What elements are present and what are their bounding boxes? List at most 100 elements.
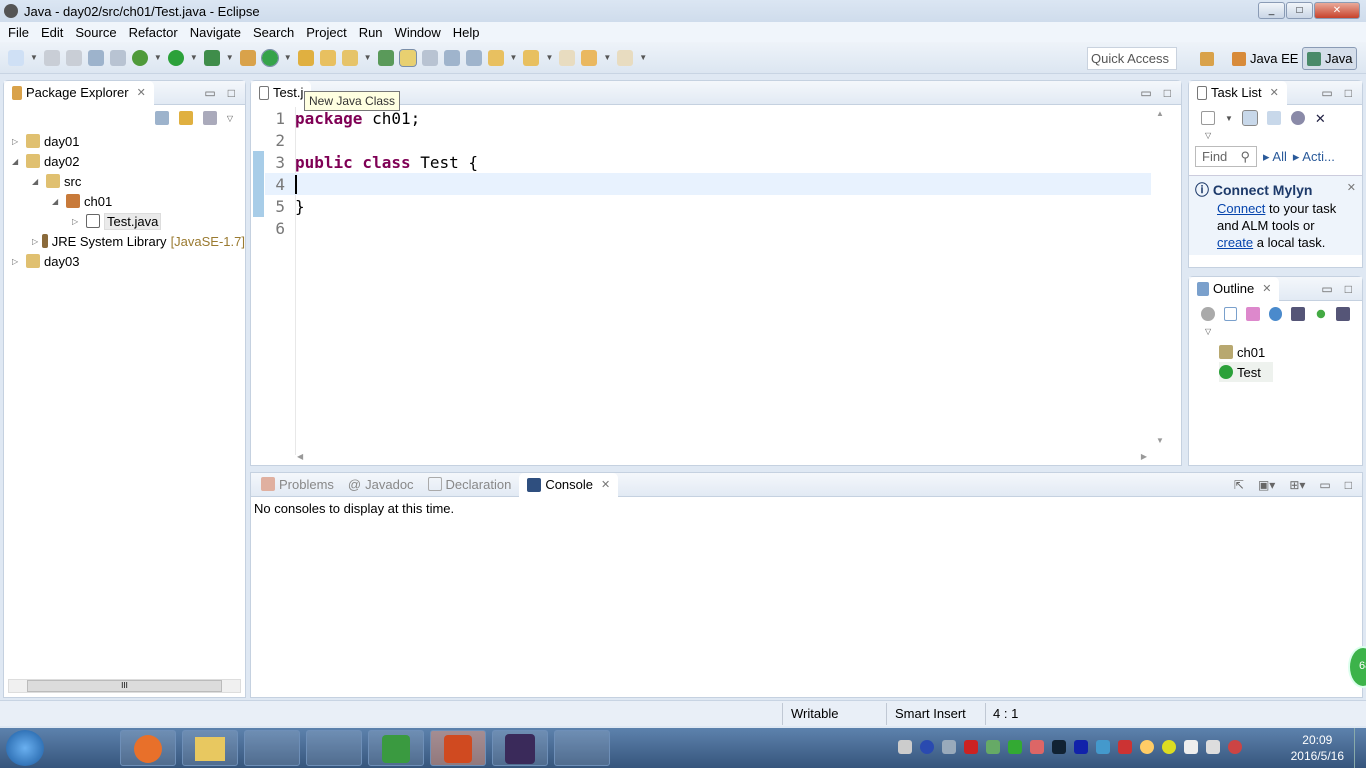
pilcrow-icon[interactable] — [465, 49, 482, 66]
hide-nonpublic-icon[interactable] — [1316, 309, 1325, 319]
block-selection-icon[interactable] — [421, 49, 438, 66]
new-task-icon[interactable] — [1201, 111, 1215, 125]
tab-test-java[interactable]: Test.j — [251, 80, 312, 105]
clock[interactable]: 20:09 2016/5/16 — [1291, 732, 1344, 764]
code-area[interactable]: 1 package ch01; 2 3 public class Test {4 5} 6 — [265, 107, 1151, 239]
maximize-button[interactable]: □ — [1286, 2, 1313, 19]
tab-declaration[interactable]: Declaration — [422, 477, 518, 492]
menu-edit[interactable]: Edit — [35, 25, 69, 40]
close-icon[interactable]: ✕ — [1262, 282, 1271, 295]
network-app-icon[interactable] — [1096, 740, 1110, 754]
taskbar-app-picasa[interactable] — [58, 730, 114, 766]
action-center-icon[interactable] — [1030, 740, 1044, 754]
maximize-icon[interactable]: □ — [1164, 86, 1171, 100]
mark-occurrences-icon[interactable] — [398, 48, 417, 67]
close-icon[interactable]: ✕ — [601, 478, 610, 491]
code-line[interactable]: 1 package ch01; — [265, 107, 1151, 129]
tab-problems[interactable]: Problems — [255, 477, 340, 492]
sort-icon[interactable] — [1246, 307, 1260, 321]
minimize-button[interactable]: _ — [1258, 2, 1285, 19]
save-icon[interactable] — [43, 49, 60, 66]
next-edit-icon[interactable] — [487, 49, 504, 66]
tree-item[interactable]: ◢ ch01 — [12, 191, 245, 211]
skip-breakpoints-icon[interactable] — [109, 49, 126, 66]
menu-window[interactable]: Window — [389, 25, 447, 40]
scroll-thumb[interactable]: III — [27, 680, 222, 692]
collapse-icon[interactable]: ◢ — [12, 157, 22, 166]
hide-fields-icon[interactable] — [1268, 307, 1283, 321]
maximize-icon[interactable]: □ — [228, 86, 235, 100]
debug-icon[interactable] — [131, 49, 148, 66]
focus-icon[interactable] — [202, 111, 217, 125]
tree-item[interactable]: ◢ src — [12, 171, 245, 191]
taskbar-app-evernote[interactable] — [368, 730, 424, 766]
menu-file[interactable]: File — [2, 25, 35, 40]
help-icon[interactable] — [920, 740, 934, 754]
scheduled-icon[interactable] — [1266, 111, 1281, 125]
hide-completed-icon[interactable]: ✕ — [1315, 111, 1329, 126]
hide-local-types-icon[interactable] — [1336, 307, 1350, 321]
taskbar-app-cloud[interactable] — [306, 730, 362, 766]
view-menu-icon[interactable]: ▽ — [1189, 131, 1362, 140]
close-button[interactable]: ✕ — [1314, 2, 1360, 19]
usb-icon[interactable] — [986, 740, 1000, 754]
minimize-icon[interactable]: ▭ — [1140, 86, 1151, 100]
plus-icon[interactable] — [1162, 740, 1176, 754]
menu-help[interactable]: Help — [447, 25, 486, 40]
connect-link[interactable]: Connect — [1217, 201, 1265, 216]
filter-all[interactable]: ▸ All — [1263, 149, 1287, 165]
maximize-icon[interactable]: □ — [1345, 86, 1352, 100]
prev-edit-icon[interactable] — [523, 49, 540, 66]
focus-icon[interactable] — [1201, 307, 1215, 321]
tree-item[interactable]: ▷ JRE System Library [JavaSE-1.7] — [12, 231, 245, 251]
taskbar-app-explorer[interactable] — [182, 730, 238, 766]
link-with-editor-icon[interactable] — [178, 111, 193, 125]
view-menu-icon[interactable]: ▽ — [227, 114, 233, 123]
code-line[interactable]: 5} — [265, 195, 1151, 217]
display-icon[interactable] — [1052, 740, 1066, 754]
code-line[interactable]: 4 — [265, 173, 1151, 195]
menu-project[interactable]: Project — [300, 25, 352, 40]
network-icon[interactable] — [1206, 740, 1220, 754]
collapse-all-icon[interactable] — [154, 111, 169, 125]
collapse-icon[interactable]: ◢ — [52, 197, 62, 206]
forward-icon[interactable] — [617, 49, 634, 66]
minimize-icon[interactable]: ▭ — [1321, 86, 1332, 100]
menu-run[interactable]: Run — [353, 25, 389, 40]
open-type-icon[interactable] — [297, 49, 314, 66]
taskbar-app-messenger[interactable] — [244, 730, 300, 766]
show-whitespace-icon[interactable] — [443, 49, 460, 66]
back-icon[interactable] — [581, 49, 598, 66]
power-icon[interactable] — [1184, 740, 1198, 754]
menu-refactor[interactable]: Refactor — [123, 25, 184, 40]
open-folder-icon[interactable] — [319, 49, 336, 66]
menu-navigate[interactable]: Navigate — [184, 25, 247, 40]
new-java-class-icon[interactable] — [260, 48, 279, 67]
taskbar-app-firefox[interactable] — [120, 730, 176, 766]
bluetooth-icon[interactable] — [1074, 740, 1088, 754]
next-annotation-icon[interactable] — [377, 49, 394, 66]
new-icon[interactable] — [8, 49, 24, 66]
show-desktop-button[interactable] — [1354, 728, 1366, 768]
open-console-icon[interactable]: ⊞▾ — [1289, 478, 1305, 492]
run-icon[interactable] — [167, 49, 184, 66]
perspective-java-ee[interactable]: Java EE — [1228, 47, 1302, 70]
close-icon[interactable]: ✕ — [1347, 181, 1356, 194]
acrobat-icon[interactable] — [964, 740, 978, 754]
display-console-icon[interactable]: ▣▾ — [1258, 478, 1275, 492]
evernote-tray-icon[interactable] — [1008, 740, 1022, 754]
minimize-icon[interactable]: ▭ — [204, 86, 215, 100]
focus-icon[interactable] — [1290, 111, 1305, 125]
filter-activate[interactable]: ▸ Acti... — [1293, 149, 1335, 165]
tree-item[interactable]: ▷ Test.java — [12, 211, 245, 231]
keyboard-icon[interactable] — [898, 740, 912, 754]
code-line[interactable]: 6 — [265, 217, 1151, 239]
tree-item[interactable]: ▷ day03 — [12, 251, 245, 271]
code-line[interactable]: 3 public class Test { — [265, 151, 1151, 173]
tree-item[interactable]: ▷ day01 — [12, 131, 245, 151]
view-menu-icon[interactable]: ▽ — [1189, 327, 1362, 336]
tab-task-list[interactable]: Task List ✕ — [1189, 80, 1287, 105]
collapse-all-icon[interactable] — [1223, 307, 1238, 321]
tab-javadoc[interactable]: @ Javadoc — [342, 477, 420, 492]
external-tools-icon[interactable] — [203, 49, 220, 66]
